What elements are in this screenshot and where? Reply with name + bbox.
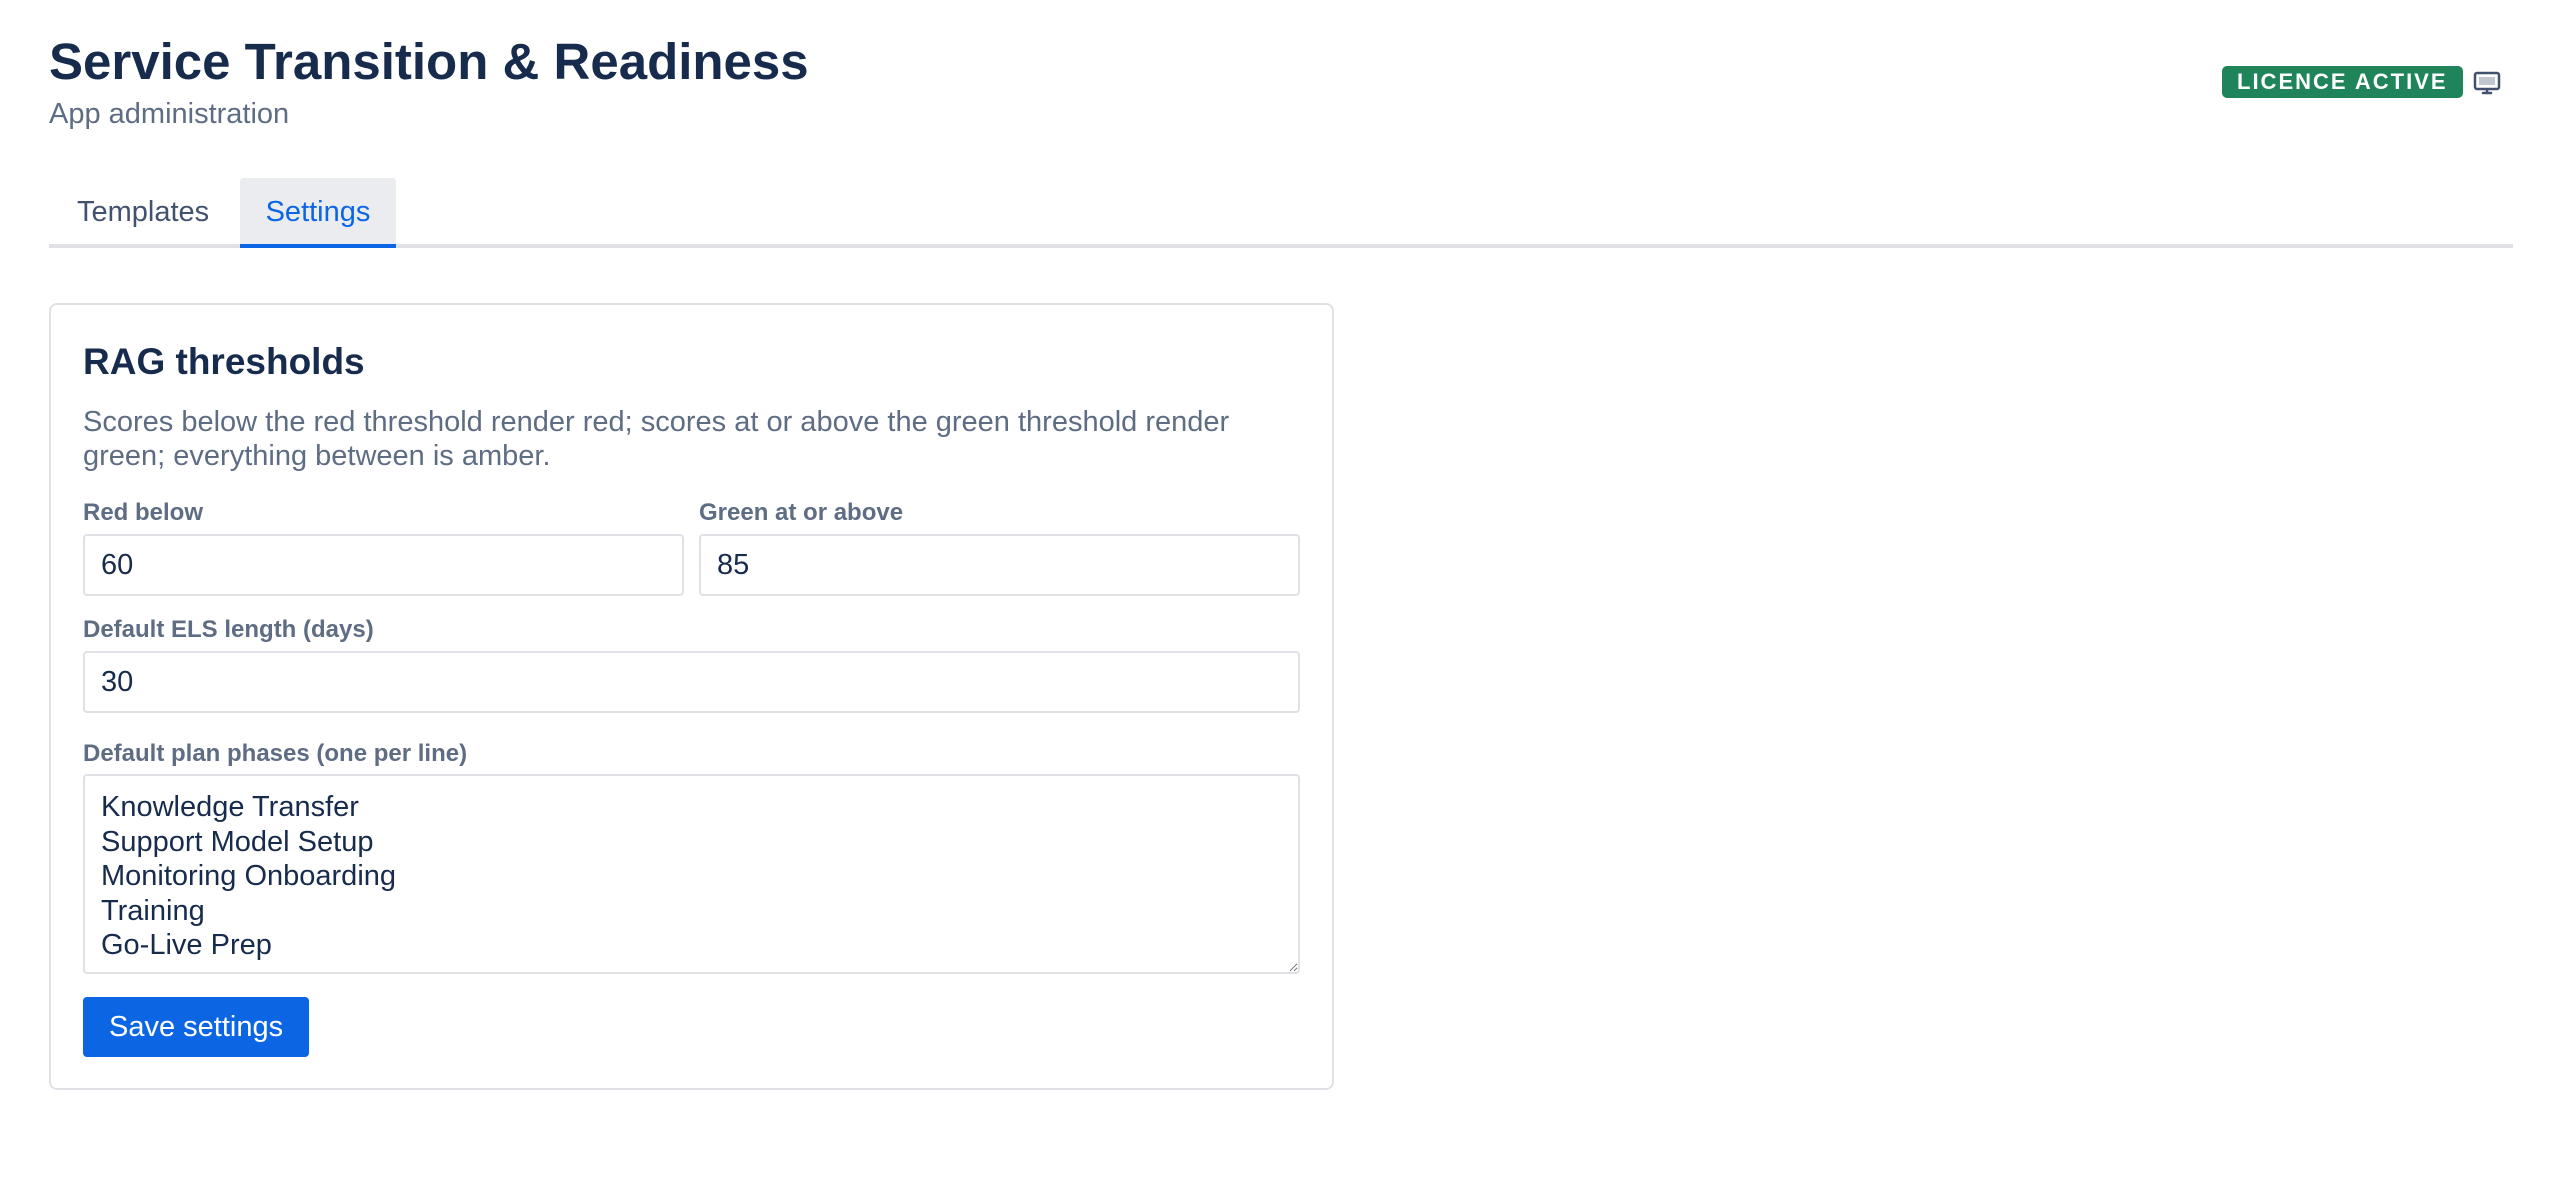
tab-templates[interactable]: Templates <box>49 178 237 248</box>
card-description: Scores below the red threshold render re… <box>83 406 1230 472</box>
page-title: Service Transition & Readiness <box>49 33 809 90</box>
red-below-label: Red below <box>83 499 204 526</box>
licence-status-badge: LICENCE ACTIVE <box>2222 66 2463 98</box>
monitor-icon-graphic <box>2473 71 2501 95</box>
tab-settings[interactable]: Settings <box>240 178 396 248</box>
page-subtitle: App administration <box>49 98 290 130</box>
default-els-length-input[interactable] <box>83 651 1300 713</box>
tab-bar-divider <box>49 244 2513 248</box>
default-plan-phases-textarea[interactable]: Knowledge Transfer Support Model Setup M… <box>83 774 1300 974</box>
card-title: RAG thresholds <box>83 341 365 382</box>
tab-bar: Templates Settings <box>49 178 2513 248</box>
default-els-length-label: Default ELS length (days) <box>83 616 374 643</box>
default-plan-phases-label: Default plan phases (one per line) <box>83 740 468 767</box>
rag-thresholds-card: RAG thresholds Scores below the red thre… <box>49 303 1334 1090</box>
save-settings-button[interactable]: Save settings <box>83 997 310 1057</box>
monitor-icon[interactable] <box>2471 67 2503 99</box>
green-at-or-above-label: Green at or above <box>699 499 904 526</box>
green-at-or-above-input[interactable] <box>699 534 1300 596</box>
red-below-input[interactable] <box>83 534 684 596</box>
